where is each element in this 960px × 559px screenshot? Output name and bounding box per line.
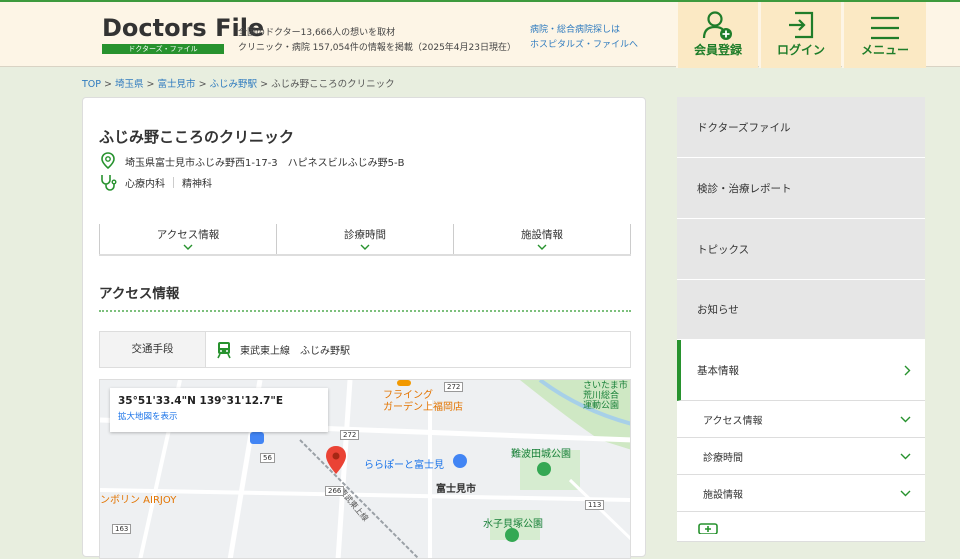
sidebar-item-label: トピックス bbox=[697, 243, 750, 256]
sidebar-item-label: 検診・治療レポート bbox=[697, 182, 792, 195]
stethoscope-icon bbox=[101, 175, 117, 191]
access-section-title: アクセス情報 bbox=[99, 286, 180, 302]
chevron-down-icon bbox=[900, 453, 911, 459]
breadcrumb-current: ふじみ野こころのクリニック bbox=[271, 79, 395, 90]
section-divider bbox=[99, 310, 631, 312]
tagline-line2: クリニック・病院 157,054件の情報を掲載（2025年4月23日現在） bbox=[238, 43, 516, 53]
map-road-266: 266 bbox=[325, 486, 345, 496]
map-road-272a: 272 bbox=[340, 430, 360, 440]
breadcrumb-top[interactable]: TOP bbox=[82, 79, 101, 90]
login-button[interactable]: ログイン bbox=[759, 2, 841, 68]
breadcrumb-station[interactable]: ふじみ野駅 bbox=[210, 79, 258, 90]
register-button[interactable]: 会員登録 bbox=[676, 2, 758, 68]
map-label-nanbata: 難波田城公園 bbox=[511, 449, 571, 460]
shopping-icon bbox=[250, 432, 264, 444]
medical-icon bbox=[698, 522, 718, 534]
map-road-56: 56 bbox=[260, 453, 275, 463]
map-label-arakawa3: 運動公園 bbox=[583, 401, 620, 411]
transport-label: 交通手段 bbox=[100, 332, 206, 367]
clinic-departments-row: 心療内科 精神科 bbox=[99, 173, 212, 191]
chevron-down-icon bbox=[900, 490, 911, 496]
sidebar-item-topics[interactable]: トピックス bbox=[677, 219, 925, 280]
tab-facility-label: 施設情報 bbox=[521, 229, 563, 241]
sidebar-subitem-label: 施設情報 bbox=[703, 489, 743, 501]
sidebar-item-label: お知らせ bbox=[697, 304, 739, 316]
tab-access-label: アクセス情報 bbox=[156, 229, 220, 241]
hospitals-link-line1: 病院・総合病院探しは bbox=[530, 25, 621, 35]
chevron-down-icon bbox=[183, 244, 193, 250]
map-coordinates: 35°51'33.4"N 139°31'12.7"E bbox=[118, 395, 284, 407]
clinic-detail-card: ふじみ野こころのクリニック 埼玉県富士見市ふじみ野西1-17-3 ハピネスビルふ… bbox=[82, 97, 646, 559]
park-icon bbox=[537, 462, 551, 476]
logo-subtitle: ドクターズ・ファイル bbox=[102, 44, 224, 54]
sidebar-item-label: ドクターズファイル bbox=[697, 121, 791, 134]
map-label-fujimi: 富士見市 bbox=[436, 484, 476, 495]
site-tagline: 全国のドクター13,666人の想いを取材 クリニック・病院 157,054件の情… bbox=[238, 26, 516, 56]
view-larger-map-link[interactable]: 拡大地図を表示 bbox=[118, 410, 320, 422]
sidebar-item-news[interactable]: お知らせ bbox=[677, 280, 925, 340]
map-label-lalaport: ららぽーと富士見 bbox=[364, 460, 444, 471]
site-header: Doctors File ドクターズ・ファイル 全国のドクター13,666人の想… bbox=[0, 0, 960, 68]
chevron-down-icon bbox=[360, 244, 370, 250]
chevron-down-icon bbox=[537, 244, 547, 250]
map-road-272b: 272 bbox=[444, 382, 464, 392]
logo-text: Doctors File bbox=[102, 14, 265, 42]
sidebar-item-reports[interactable]: 検診・治療レポート bbox=[677, 158, 925, 219]
map-road-163: 163 bbox=[112, 524, 132, 534]
map-label-flying2: ガーデン上福岡店 bbox=[383, 402, 463, 413]
hospitals-file-link[interactable]: 病院・総合病院探しは ホスピタルズ・ファイルへ bbox=[530, 23, 638, 53]
sidebar-item-doctors-file[interactable]: ドクターズファイル bbox=[677, 97, 925, 158]
hamburger-icon bbox=[871, 16, 899, 40]
transport-value: 東武東上線 ふじみ野駅 bbox=[240, 346, 350, 357]
map-pin-icon bbox=[101, 152, 115, 170]
clinic-address-row: 埼玉県富士見市ふじみ野西1-17-3 ハピネスビルふじみ野5-B bbox=[99, 152, 405, 170]
breadcrumb-city[interactable]: 富士見市 bbox=[158, 79, 196, 90]
login-label: ログイン bbox=[776, 43, 825, 57]
chevron-right-icon bbox=[904, 365, 911, 375]
transport-value-cell: 東武東上線 ふじみ野駅 bbox=[206, 332, 350, 367]
menu-button[interactable]: メニュー bbox=[842, 2, 926, 68]
tab-access[interactable]: アクセス情報 bbox=[99, 224, 276, 254]
map-label-airjoy: ンボリン AIRJOY bbox=[100, 495, 177, 506]
clinic-name: ふじみ野こころのクリニック bbox=[99, 128, 295, 146]
tab-hours-label: 診療時間 bbox=[344, 229, 386, 241]
sidebar-item-partial[interactable] bbox=[677, 512, 925, 542]
sidebar-item-basic-info[interactable]: 基本情報 bbox=[677, 340, 925, 401]
shopping-icon bbox=[453, 454, 467, 468]
sidebar-item-label: 基本情報 bbox=[697, 364, 739, 377]
hospitals-link-line2: ホスピタルズ・ファイルへ bbox=[530, 40, 639, 50]
clinic-address: 埼玉県富士見市ふじみ野西1-17-3 ハピネスビルふじみ野5-B bbox=[125, 157, 405, 169]
sidebar-subitem-label: 診療時間 bbox=[703, 452, 743, 464]
department-item: 心療内科 bbox=[125, 178, 165, 190]
site-logo[interactable]: Doctors File ドクターズ・ファイル bbox=[102, 14, 265, 54]
user-add-icon bbox=[702, 11, 732, 40]
chevron-down-icon bbox=[900, 416, 911, 422]
sidebar: ドクターズファイル 検診・治療レポート トピックス お知らせ 基本情報 アクセス… bbox=[677, 97, 925, 557]
login-icon bbox=[789, 11, 814, 39]
sidebar-subitem-facility[interactable]: 施設情報 bbox=[677, 475, 925, 512]
menu-label: メニュー bbox=[860, 43, 909, 57]
map-info-box: 35°51'33.4"N 139°31'12.7"E 拡大地図を表示 bbox=[110, 388, 328, 432]
tab-facility[interactable]: 施設情報 bbox=[453, 224, 631, 254]
sidebar-subitem-label: アクセス情報 bbox=[703, 415, 763, 427]
map-road-113: 113 bbox=[585, 500, 605, 510]
register-label: 会員登録 bbox=[693, 43, 742, 57]
sidebar-subitem-access[interactable]: アクセス情報 bbox=[677, 401, 925, 438]
map-label-mizuko: 水子貝塚公園 bbox=[483, 519, 543, 530]
tab-hours[interactable]: 診療時間 bbox=[276, 224, 453, 254]
embedded-map[interactable]: フライング ガーデン上福岡店 ららぽーと富士見 難波田城公園 富士見市 水子貝塚… bbox=[99, 379, 631, 559]
breadcrumb-prefecture[interactable]: 埼玉県 bbox=[115, 79, 144, 90]
breadcrumb: TOP > 埼玉県 > 富士見市 > ふじみ野駅 > ふじみ野こころのクリニック bbox=[82, 79, 395, 90]
department-item: 精神科 bbox=[182, 178, 212, 190]
train-icon bbox=[217, 341, 231, 358]
section-tabs: アクセス情報 診療時間 施設情報 bbox=[99, 224, 631, 256]
tagline-line1: 全国のドクター13,666人の想いを取材 bbox=[238, 28, 396, 38]
department-divider bbox=[173, 176, 174, 188]
sidebar-subitem-hours[interactable]: 診療時間 bbox=[677, 438, 925, 475]
transport-row: 交通手段 東武東上線 ふじみ野駅 bbox=[99, 331, 631, 368]
